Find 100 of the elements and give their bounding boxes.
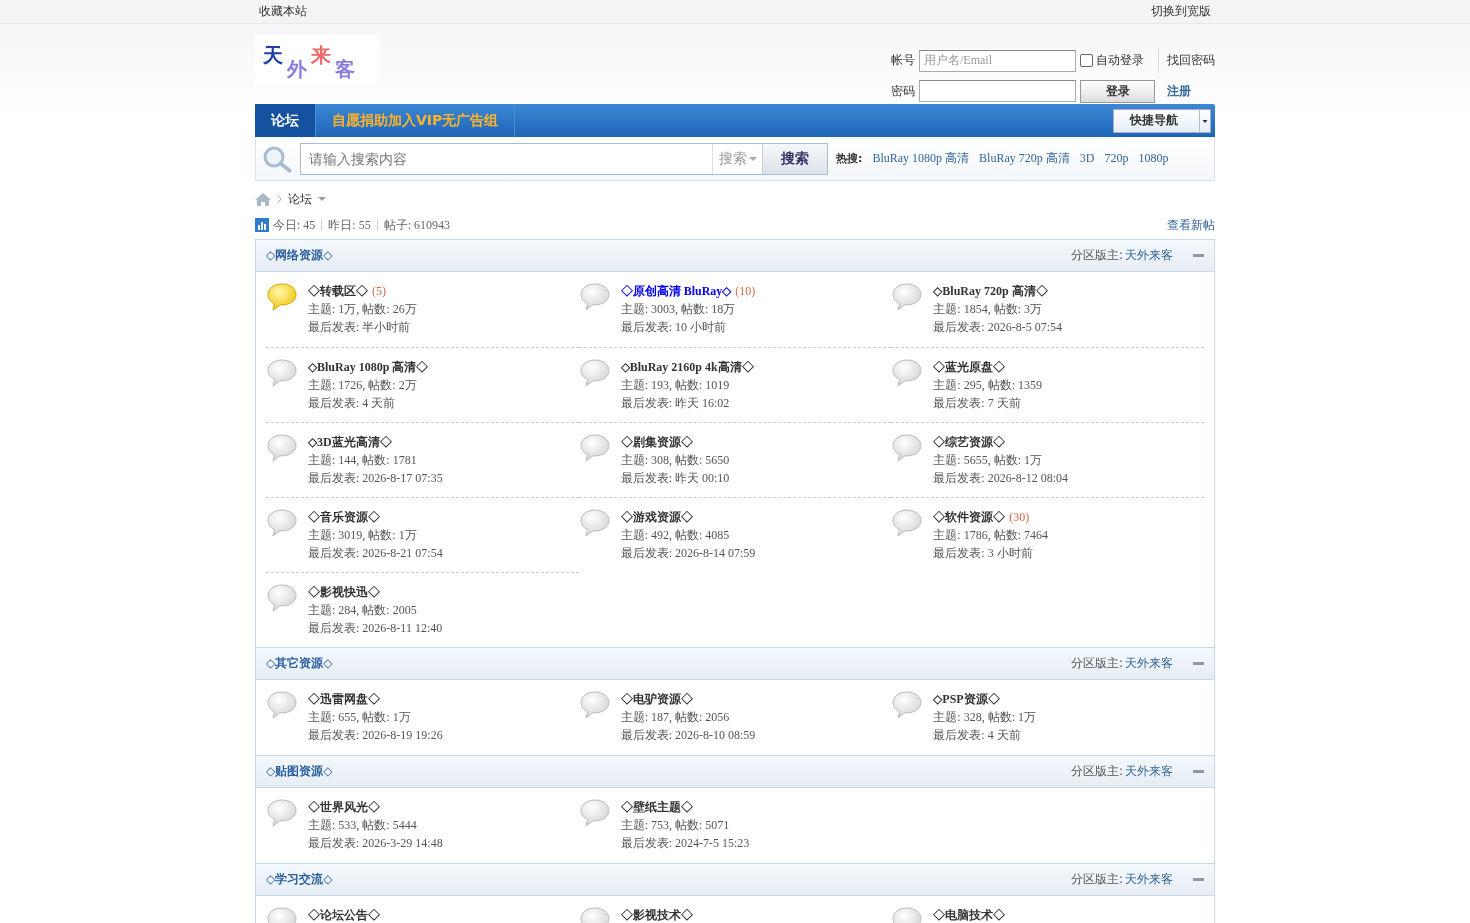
forum-stats-text: 主题: 1786, 帖数: 7464 — [933, 527, 1048, 544]
password-field[interactable] — [919, 80, 1076, 102]
hot-search-link[interactable]: BluRay 1080p 高清 — [872, 150, 970, 167]
section-title[interactable]: ◇贴图资源◇ — [266, 763, 333, 780]
last-post-text: 最后发表: 10 小时前 — [620, 319, 727, 336]
forum-stats-text: 主题: 144, 帖数: 1781 — [308, 452, 418, 469]
new-posts-link[interactable]: 查看新帖 — [1167, 216, 1215, 234]
section-title[interactable]: ◇网络资源◇ — [266, 247, 333, 264]
forum-name-link[interactable]: ◇电驴资源◇ — [620, 692, 693, 706]
stat-text: 昨日: 55 — [328, 216, 371, 234]
last-post-text: 最后发表: 2026-8-11 12:40 — [308, 620, 443, 637]
forum-name-link[interactable]: ◇迅雷网盘◇ — [308, 692, 380, 706]
section-title[interactable]: ◇其它资源◇ — [266, 655, 333, 672]
auto-login-checkbox[interactable]: 自动登录 — [1080, 48, 1159, 73]
forum-name-link[interactable]: ◇转载区◇ — [308, 284, 368, 298]
hot-search-link[interactable]: 720p — [1104, 151, 1129, 166]
moderator-link[interactable]: 天外来客 — [1125, 763, 1173, 780]
login-button[interactable]: 登录 — [1080, 79, 1155, 103]
forum-name-link[interactable]: ◇软件资源◇ — [933, 510, 1006, 524]
search-icon — [262, 144, 294, 173]
forum-name-link[interactable]: ◇蓝光原盘◇ — [933, 360, 1006, 374]
forum-stats-text: 主题: 1万, 帖数: 26万 — [308, 301, 417, 318]
search-field[interactable]: 请输入搜索内容 搜索 搜索 — [300, 142, 828, 175]
password-label: 密码 — [891, 82, 915, 100]
collapse-icon[interactable] — [1193, 770, 1204, 773]
last-post-text: 最后发表: 4 天前 — [308, 395, 397, 412]
bookmark-link[interactable]: 收藏本站 — [259, 3, 307, 20]
caret-icon[interactable] — [318, 196, 326, 202]
forum-name-link[interactable]: ◇3D蓝光高清◇ — [308, 435, 392, 449]
site-logo[interactable]: 天 外 来 客 — [255, 35, 379, 85]
hot-search-link[interactable]: 1080p — [1138, 151, 1169, 166]
moderator-link[interactable]: 天外来客 — [1125, 247, 1173, 264]
forum-stats-text: 主题: 1854, 帖数: 3万 — [933, 301, 1043, 318]
moderator-link[interactable]: 天外来客 — [1125, 871, 1173, 888]
forum-stats-text: 主题: 492, 帖数: 4085 — [620, 527, 731, 544]
forum-stats-text: 主题: 533, 帖数: 5444 — [308, 817, 418, 834]
last-post-text: 最后发表: 2026-8-21 07:54 — [308, 545, 443, 562]
last-post-text: 最后发表: 半小时前 — [308, 319, 412, 336]
collapse-icon[interactable] — [1193, 878, 1204, 881]
forum-stats-text: 主题: 193, 帖数: 1019 — [620, 377, 731, 394]
forum-name-link[interactable]: ◇影视技术◇ — [620, 908, 693, 922]
breadcrumb-current[interactable]: 论坛 — [288, 190, 312, 208]
search-button[interactable]: 搜索 — [762, 143, 827, 174]
section-title[interactable]: ◇学习交流◇ — [266, 871, 333, 888]
forum-stats-text: 主题: 308, 帖数: 5650 — [620, 452, 730, 469]
forum-name-link[interactable]: ◇BluRay 1080p 高清◇ — [308, 360, 429, 374]
last-post-text: 最后发表: 7 天前 — [933, 395, 1022, 412]
forum-name-link[interactable]: ◇影视快迅◇ — [308, 585, 380, 599]
caret-icon[interactable] — [1199, 108, 1210, 133]
username-field[interactable]: 用户名/Email — [919, 49, 1076, 72]
forum-stats-text: 主题: 5655, 帖数: 1万 — [933, 452, 1043, 469]
forum-name-link[interactable]: ◇论坛公告◇ — [308, 908, 380, 922]
moderator-label: 分区版主: — [1070, 871, 1123, 888]
forum-today-count: (10) — [735, 284, 756, 298]
moderator-label: 分区版主: — [1070, 655, 1123, 672]
forum-name-link[interactable]: ◇音乐资源◇ — [308, 510, 380, 524]
last-post-text: 最后发表: 2026-8-10 08:59 — [620, 727, 756, 744]
collapse-icon[interactable] — [1193, 662, 1204, 665]
collapse-icon[interactable] — [1193, 254, 1204, 257]
forum-name-link[interactable]: ◇原创高清 BluRay◇ — [620, 284, 732, 298]
hot-search-label: 热搜: — [836, 151, 863, 166]
forum-name-link[interactable]: ◇壁纸主题◇ — [620, 800, 693, 814]
forum-stats-text: 主题: 1726, 帖数: 2万 — [308, 377, 418, 394]
last-post-text: 最后发表: 3 小时前 — [933, 545, 1034, 562]
forum-stats-text: 主题: 655, 帖数: 1万 — [308, 709, 412, 726]
forum-name-link[interactable]: ◇PSP资源◇ — [933, 692, 1000, 706]
forum-name-link[interactable]: ◇世界风光◇ — [308, 800, 380, 814]
forum-name-link[interactable]: ◇BluRay 2160p 4k高清◇ — [620, 360, 754, 374]
last-post-text: 最后发表: 4 天前 — [933, 727, 1022, 744]
forum-stats-text: 主题: 284, 帖数: 2005 — [308, 602, 418, 619]
caret-icon — [748, 155, 757, 162]
last-post-text: 最后发表: 2026-8-14 07:59 — [620, 545, 756, 562]
last-post-text: 最后发表: 2026-8-12 08:04 — [933, 470, 1068, 487]
forum-name-link[interactable]: ◇游戏资源◇ — [620, 510, 693, 524]
forum-stats-text: 主题: 295, 帖数: 1359 — [933, 377, 1042, 394]
hot-search-link[interactable]: 3D — [1079, 151, 1095, 166]
register-link[interactable]: 注册 — [1163, 82, 1215, 100]
quick-nav-button[interactable]: 快捷导航 — [1113, 108, 1211, 133]
account-label: 帐号 — [891, 52, 915, 69]
forum-today-count: (30) — [1009, 510, 1030, 524]
stat-text: 帖子: 610943 — [383, 216, 451, 234]
last-post-text: 最后发表: 2026-8-19 19:26 — [308, 727, 443, 744]
forum-name-link[interactable]: ◇电脑技术◇ — [933, 908, 1006, 922]
forum-stats-text: 主题: 3003, 帖数: 18万 — [620, 301, 737, 318]
forum-name-link[interactable]: ◇剧集资源◇ — [620, 435, 693, 449]
wide-layout-link[interactable]: 切换到宽版 — [1151, 3, 1211, 20]
forum-stats-text: 主题: 3019, 帖数: 1万 — [308, 527, 418, 544]
stat-text: 今日: 45 — [273, 216, 316, 234]
forgot-password-link[interactable]: 找回密码 — [1163, 52, 1215, 69]
forum-name-link[interactable]: ◇BluRay 720p 高清◇ — [933, 284, 1048, 298]
last-post-text: 最后发表: 昨天 16:02 — [620, 395, 731, 412]
nav-tab[interactable]: 论坛 — [255, 104, 316, 137]
forum-stats-text: 主题: 328, 帖数: 1万 — [933, 709, 1036, 726]
last-post-text: 最后发表: 昨天 00:10 — [620, 470, 730, 487]
hot-search-link[interactable]: BluRay 720p 高清 — [979, 150, 1070, 167]
last-post-text: 最后发表: 2026-3-29 14:48 — [308, 835, 443, 852]
home-icon[interactable] — [255, 192, 271, 206]
moderator-link[interactable]: 天外来客 — [1125, 655, 1173, 672]
forum-name-link[interactable]: ◇综艺资源◇ — [933, 435, 1006, 449]
forum-today-count: (5) — [372, 284, 386, 298]
